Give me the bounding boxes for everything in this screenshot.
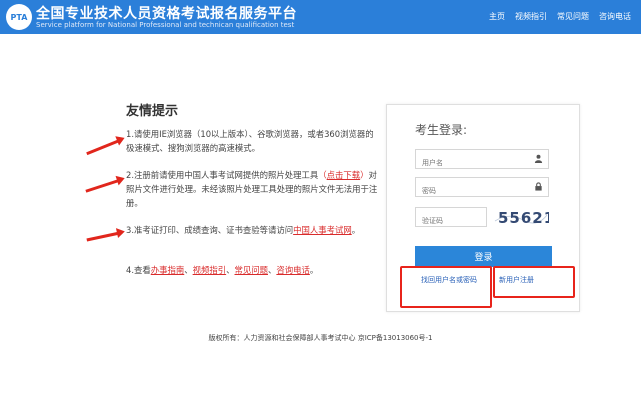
faq-link[interactable]: 常见问题 [235,265,269,275]
nav-hotline[interactable]: 咨询电话 [599,11,631,22]
lock-icon [535,182,542,191]
user-icon [534,154,543,163]
notice-item-3-text-a: 3.准考证打印、成绩查询、证书查验等请访问 [126,225,294,235]
guide-link[interactable]: 办事指南 [151,265,185,275]
notice-item-4: 4.查看办事指南、视频指引、常见问题、咨询电话。 [126,265,319,275]
site-title: 全国专业技术人员资格考试报名服务平台 [36,6,297,22]
captcha-code: 55621 [498,209,549,227]
nav-video-guide[interactable]: 视频指引 [515,11,547,22]
cpta-link[interactable]: 中国人事考试网 [293,225,352,235]
username-field[interactable] [415,149,549,172]
notice-item-4-text-a: 4.查看 [126,265,151,275]
highlight-box-register [493,266,575,298]
captcha-image[interactable]: 55621 [493,206,549,228]
captcha-field[interactable] [415,207,487,230]
notice-item-2-text-a: 2.注册前请使用中国人事考试网提供的照片处理工具 [126,170,319,180]
arrow-annotation-2 [85,178,123,193]
highlight-box-forgot [400,266,492,308]
notice-item-3-text-b: 。 [351,225,361,235]
notice-item-3: 3.准考证打印、成绩查询、证书查验等请访问中国人事考试网。 [126,223,378,237]
notice-item-1: 1.请使用IE浏览器（10以上版本）、谷歌浏览器，或者360浏览器的极速模式、搜… [126,129,374,153]
password-input[interactable] [420,182,528,200]
download-link[interactable]: 点击下载 [327,170,361,180]
site-subtitle: Service platform for National Profession… [36,21,295,29]
notice-item-2-paren-close: ） [360,170,369,180]
notice-item-2: 2.注册前请使用中国人事考试网提供的照片处理工具（点击下载）对照片文件进行处理。… [126,168,378,210]
nav-faq[interactable]: 常见问题 [557,11,589,22]
top-nav: 主页 视频指引 常见问题 咨询电话 [489,11,631,22]
arrow-annotation-3 [86,231,123,242]
notice-item-4-end: 。 [309,265,319,275]
header-bar: PTA 全国专业技术人员资格考试报名服务平台 Service platform … [0,0,641,34]
captcha-input[interactable] [420,212,486,230]
arrow-annotation-1 [86,138,123,156]
hotline-link[interactable]: 咨询电话 [276,265,310,275]
logo-icon: PTA [6,4,32,30]
login-button[interactable]: 登录 [415,246,552,267]
login-title: 考生登录: [415,123,468,137]
password-field[interactable] [415,177,549,200]
notice-item-2-paren-open: （ [318,170,327,180]
nav-home[interactable]: 主页 [489,11,505,22]
notice-title: 友情提示 [126,104,179,119]
footer-copyright: 版权所有：人力资源和社会保障部人事考试中心 京ICP备13013060号-1 [208,334,433,342]
video-guide-link[interactable]: 视频指引 [193,265,227,275]
username-input[interactable] [420,154,528,172]
